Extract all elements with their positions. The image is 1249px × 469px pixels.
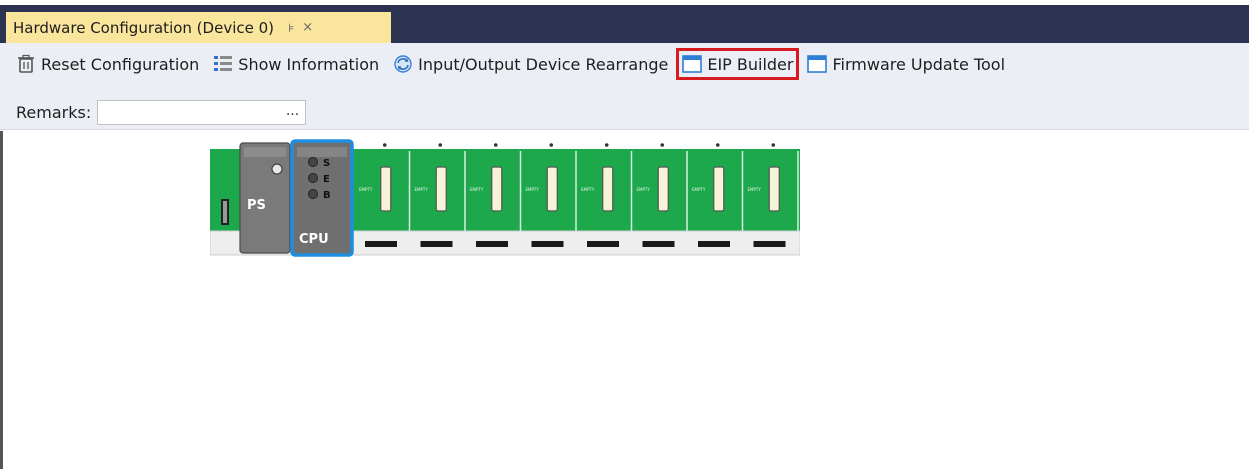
power-led-icon	[271, 163, 283, 175]
io-slot-base-bar	[698, 241, 730, 247]
io-slot-label: EMPTY	[526, 187, 540, 192]
io-slot-dot-icon	[549, 143, 554, 147]
refresh-icon	[393, 54, 413, 74]
cpu-module[interactable]: S E B CPU	[290, 139, 354, 257]
io-slot-connector-icon	[380, 166, 392, 212]
io-slot-connector-icon	[657, 166, 669, 212]
firmware-update-tool-label: Firmware Update Tool	[832, 54, 1006, 74]
io-slot-base-bar	[365, 241, 397, 247]
io-slot-label: EMPTY	[748, 187, 762, 192]
remarks-label: Remarks:	[16, 103, 92, 122]
power-supply-label: PS	[247, 198, 266, 213]
io-slot-label: EMPTY	[692, 187, 706, 192]
io-slot-base-bar	[476, 241, 508, 247]
power-supply-module[interactable]: PS	[239, 142, 291, 254]
firmware-update-tool-button[interactable]: Firmware Update Tool	[807, 54, 1005, 74]
io-slot-label: EMPTY	[470, 187, 484, 192]
window-icon	[807, 54, 828, 74]
io-slot-base-bar	[753, 241, 786, 247]
io-slot-label: EMPTY	[581, 187, 595, 192]
io-slot-dot-icon	[604, 143, 609, 147]
pin-icon[interactable]: ⊧	[288, 21, 294, 35]
io-slot-connector-icon	[602, 166, 614, 212]
toolbar: Reset Configuration Show Information Inp…	[0, 43, 1249, 96]
io-slot-dot-icon	[660, 143, 665, 147]
remarks-browse-button[interactable]: ...	[286, 103, 299, 119]
io-slot-connector-icon	[491, 166, 503, 212]
io-slot-label: EMPTY	[637, 187, 651, 192]
io-device-rearrange-label: Input/Output Device Rearrange	[418, 54, 669, 74]
remarks-input[interactable]: ...	[97, 100, 307, 125]
tab-title: Hardware Configuration (Device 0)	[13, 18, 274, 37]
show-information-button[interactable]: Show Information	[213, 54, 379, 74]
cpu-label: CPU	[299, 232, 329, 247]
io-slot-dot-icon	[438, 143, 443, 147]
io-slot-dot-icon	[493, 143, 498, 147]
io-slot-base-bar	[587, 241, 619, 247]
io-slot-connector-icon	[546, 166, 558, 212]
io-slot-dot-icon	[382, 143, 387, 147]
plc-rack: PS S E B CPU EMPTY EMPTY EMPTY EMPTY EMPTY EM…	[210, 139, 800, 257]
remarks-row: Remarks: ...	[0, 96, 1249, 130]
cpu-led-e-label: E	[323, 174, 330, 185]
io-device-rearrange-button[interactable]: Input/Output Device Rearrange	[393, 54, 668, 74]
reset-configuration-button[interactable]: Reset Configuration	[16, 54, 199, 74]
reset-configuration-label: Reset Configuration	[41, 54, 200, 74]
tab-hardware-configuration[interactable]: Hardware Configuration (Device 0) ⊧ ×	[6, 12, 391, 43]
trash-icon	[16, 54, 36, 74]
io-slot-connector-icon	[435, 166, 447, 212]
io-slot-connector-icon	[713, 166, 725, 212]
cpu-led-s-icon	[308, 157, 318, 167]
io-slot-base-bar	[420, 241, 453, 247]
eip-builder-label: EIP Builder	[707, 54, 794, 74]
cpu-led-e-icon	[308, 173, 318, 183]
window-icon	[682, 54, 703, 74]
cpu-led-b-icon	[308, 189, 318, 199]
show-information-label: Show Information	[238, 54, 380, 74]
list-icon	[213, 54, 233, 74]
rack-connector-inner	[223, 201, 227, 223]
io-slot-connector-icon	[768, 166, 780, 212]
document-tab-strip: Hardware Configuration (Device 0) ⊧ ×	[0, 5, 1249, 43]
io-slot-base-bar	[642, 241, 675, 247]
cpu-led-b-label: B	[323, 190, 331, 201]
cpu-led-s-label: S	[323, 158, 330, 169]
io-slot-base-bar	[531, 241, 564, 247]
eip-builder-button[interactable]: EIP Builder	[676, 48, 800, 80]
io-slot-dot-icon	[771, 143, 776, 147]
io-slot-label: EMPTY	[415, 187, 429, 192]
toolbar-row: Reset Configuration Show Information Inp…	[0, 47, 1005, 81]
io-slot-dot-icon	[715, 143, 720, 147]
close-icon[interactable]: ×	[302, 20, 313, 35]
io-slot-label: EMPTY	[359, 187, 373, 192]
